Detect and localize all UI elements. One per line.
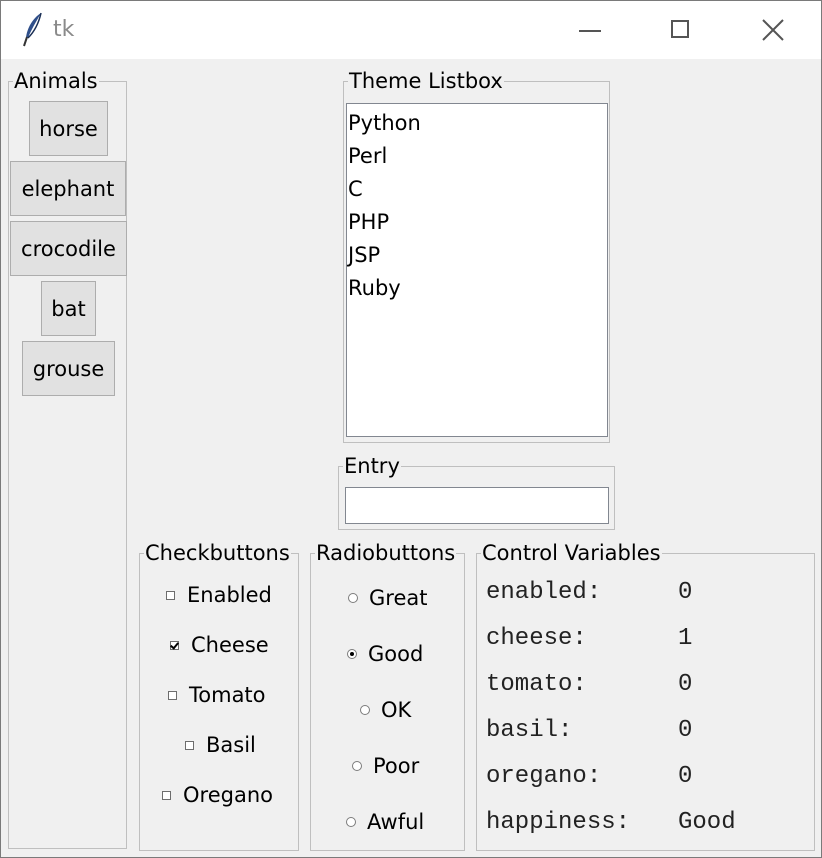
theme-listbox[interactable]: Python Perl C PHP JSP Ruby <box>346 103 608 437</box>
animal-button-grouse[interactable]: grouse <box>22 341 115 396</box>
list-item[interactable]: Python <box>348 107 607 140</box>
checkbox-icon <box>162 790 171 800</box>
minimize-icon <box>579 30 601 32</box>
title-bar[interactable]: tk <box>1 1 821 59</box>
animals-frame-label: Animals <box>13 69 99 93</box>
list-item[interactable]: Perl <box>348 140 607 173</box>
minimize-button[interactable] <box>544 1 636 59</box>
radio-icon <box>360 705 370 715</box>
radiobutton-poor[interactable]: Poor <box>352 754 419 778</box>
theme-listbox-frame-label: Theme Listbox <box>348 69 504 93</box>
checkbox-icon <box>168 690 177 700</box>
radio-icon <box>346 817 356 827</box>
radiobutton-label: Great <box>369 586 428 610</box>
animal-button-bat[interactable]: bat <box>41 281 96 336</box>
feather-icon <box>23 12 42 47</box>
main-window: tk Animals horse elephant crocodile bat … <box>0 0 822 858</box>
var-name-happiness: happiness: <box>486 809 631 836</box>
checkbutton-label: Basil <box>206 733 256 757</box>
checkbutton-oregano[interactable]: Oregano <box>162 783 273 807</box>
radio-selected-icon <box>347 649 357 659</box>
radiobuttons-frame-label: Radiobuttons <box>315 541 457 565</box>
var-name-oregano: oregano: <box>486 763 602 790</box>
var-value-cheese: 1 <box>678 625 693 652</box>
var-name-cheese: cheese: <box>486 625 587 652</box>
checkbutton-cheese[interactable]: Cheese <box>170 633 269 657</box>
control-variables-frame-label: Control Variables <box>481 541 662 565</box>
checkbutton-tomato[interactable]: Tomato <box>168 683 266 707</box>
var-name-basil: basil: <box>486 717 573 744</box>
radiobutton-great[interactable]: Great <box>348 586 427 610</box>
radio-icon <box>352 761 362 771</box>
animal-button-crocodile[interactable]: crocodile <box>10 221 127 276</box>
checkbox-icon <box>166 590 175 600</box>
var-name-enabled: enabled: <box>486 579 602 606</box>
list-item[interactable]: PHP <box>348 206 607 239</box>
close-icon <box>762 19 784 41</box>
radiobutton-label: Poor <box>373 754 420 778</box>
radiobutton-label: Good <box>368 642 424 666</box>
checkbutton-enabled[interactable]: Enabled <box>166 583 272 607</box>
radio-icon <box>348 593 358 603</box>
radiobutton-label: Awful <box>367 810 425 834</box>
checkbutton-label: Enabled <box>187 583 272 607</box>
radiobutton-awful[interactable]: Awful <box>346 810 424 834</box>
checkbutton-label: Tomato <box>189 683 266 707</box>
checked-checkbox-icon <box>170 640 179 650</box>
animal-button-horse[interactable]: horse <box>29 101 108 156</box>
animal-button-elephant[interactable]: elephant <box>10 161 126 216</box>
checkbutton-label: Cheese <box>191 633 269 657</box>
list-item[interactable]: C <box>348 173 607 206</box>
radiobutton-ok[interactable]: OK <box>360 698 411 722</box>
var-name-tomato: tomato: <box>486 671 587 698</box>
var-value-tomato: 0 <box>678 671 693 698</box>
checkbutton-label: Oregano <box>183 783 273 807</box>
checkbutton-basil[interactable]: Basil <box>185 733 256 757</box>
list-item[interactable]: Ruby <box>348 272 607 305</box>
radiobutton-good[interactable]: Good <box>347 642 423 666</box>
var-value-oregano: 0 <box>678 763 693 790</box>
var-value-basil: 0 <box>678 717 693 744</box>
maximize-button[interactable] <box>635 1 727 59</box>
entry-frame-label: Entry <box>343 454 401 478</box>
checkbuttons-frame-label: Checkbuttons <box>144 541 291 565</box>
entry-field[interactable] <box>345 487 609 524</box>
close-button[interactable] <box>727 1 819 59</box>
list-item[interactable]: JSP <box>348 239 607 272</box>
maximize-icon <box>671 20 689 38</box>
var-value-enabled: 0 <box>678 579 693 606</box>
window-title: tk <box>53 17 75 42</box>
radiobutton-label: OK <box>381 698 412 722</box>
checkbox-icon <box>185 740 194 750</box>
var-value-happiness: Good <box>678 809 736 836</box>
